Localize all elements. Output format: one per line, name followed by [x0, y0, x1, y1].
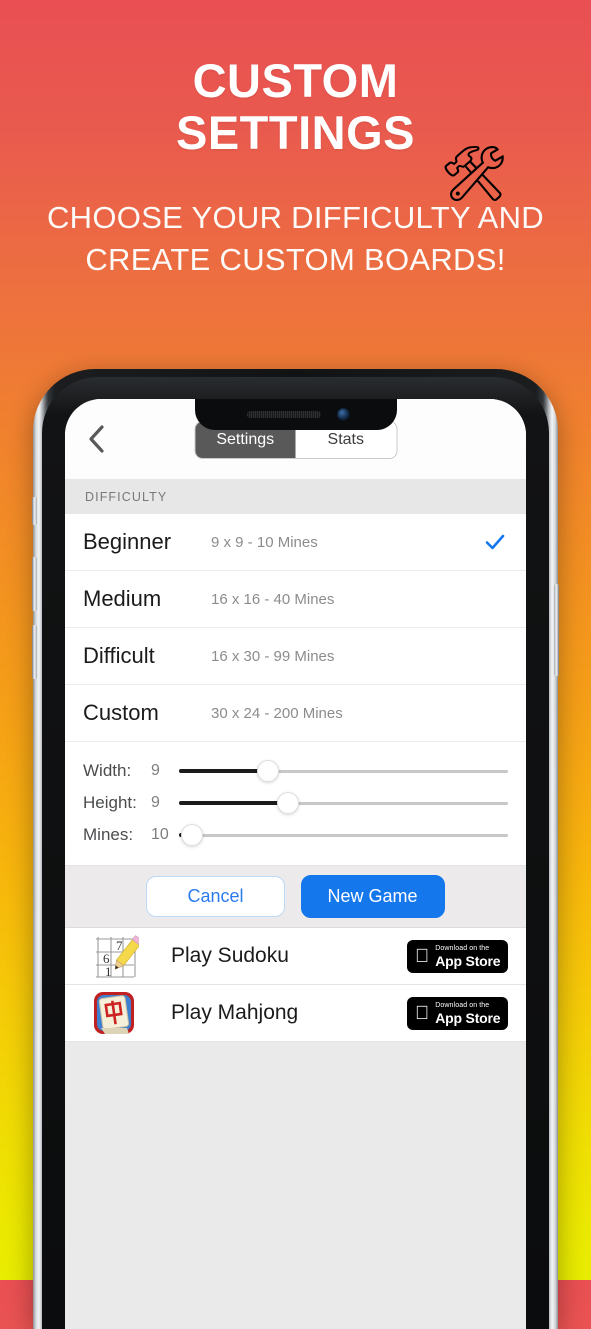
- app-store-badge-small-text: Download on the: [421, 944, 489, 952]
- difficulty-name: Custom: [83, 700, 159, 725]
- volume-up-button[interactable]: [32, 557, 37, 611]
- app-store-badge-big-text: App Store: [421, 952, 500, 969]
- promo-label: Play Sudoku: [171, 944, 289, 967]
- new-game-button[interactable]: New Game: [300, 875, 445, 918]
- earpiece-speaker-icon: [246, 411, 321, 418]
- difficulty-name: Difficult: [83, 643, 155, 668]
- slider-label: Width:: [83, 761, 132, 780]
- difficulty-name: Medium: [83, 586, 162, 611]
- slider-thumb[interactable]: [256, 760, 279, 782]
- hammer-wrench-icon: 🛠: [440, 144, 509, 204]
- slider-fill: [179, 801, 288, 805]
- slider-thumb[interactable]: [276, 792, 299, 814]
- slider-thumb[interactable]: [181, 824, 204, 846]
- height-slider[interactable]: [179, 792, 508, 814]
- difficulty-row-custom[interactable]: Custom 30 x 24 - 200 Mines: [65, 685, 526, 742]
- apple-logo-icon: : [415, 947, 429, 966]
- checkmark-icon: [484, 531, 506, 553]
- app-store-badge-small-text: Download on the: [421, 1001, 489, 1009]
- checkmark-placeholder: [484, 645, 506, 667]
- action-bar: Cancel New Game: [65, 866, 526, 928]
- width-slider[interactable]: [179, 760, 508, 782]
- slider-value: 10: [151, 826, 169, 843]
- cancel-button[interactable]: Cancel: [146, 876, 285, 917]
- difficulty-description: 9 x 9 - 10 Mines: [211, 533, 318, 551]
- apple-logo-icon: : [415, 1004, 429, 1023]
- mahjong-icon: [89, 990, 139, 1036]
- difficulty-description: 16 x 30 - 99 Mines: [211, 647, 335, 665]
- difficulty-row-medium[interactable]: Medium 16 x 16 - 40 Mines: [65, 571, 526, 628]
- promo-label: Play Mahjong: [171, 1001, 299, 1024]
- app-store-badge-mahjong[interactable]:  Download on the App Store: [407, 996, 508, 1030]
- empty-screen-area: [65, 1042, 526, 1329]
- promo-header: CUSTOM SETTINGS 🛠 CHOOSE YOUR DIFFICULTY…: [0, 0, 591, 281]
- slider-row-width: Width: 9: [83, 755, 508, 787]
- difficulty-name: Beginner: [83, 529, 172, 554]
- difficulty-row-beginner[interactable]: Beginner 9 x 9 - 10 Mines: [65, 514, 526, 571]
- difficulty-description: 16 x 16 - 40 Mines: [211, 590, 335, 608]
- svg-text:1: 1: [105, 964, 112, 979]
- section-header-difficulty: DIFFICULTY: [65, 479, 526, 514]
- custom-sliders: Width: 9 Height: 9 Mines: 10: [65, 742, 526, 866]
- volume-down-button[interactable]: [32, 625, 37, 679]
- app-content: Settings Stats DIFFICULTY Beginner 9 x 9…: [65, 399, 526, 1329]
- checkmark-placeholder: [484, 588, 506, 610]
- app-store-badge-sudoku[interactable]:  Download on the App Store: [407, 939, 508, 973]
- front-camera-icon: [336, 408, 350, 421]
- difficulty-row-difficult[interactable]: Difficult 16 x 30 - 99 Mines: [65, 628, 526, 685]
- mines-slider[interactable]: [179, 824, 508, 846]
- svg-text:7: 7: [116, 938, 123, 953]
- phone-notch: [194, 399, 397, 430]
- slider-label: Height:: [83, 793, 137, 812]
- app-store-badge-big-text: App Store: [421, 1009, 500, 1026]
- promo-row-sudoku[interactable]: 7 6 1 Play Sudoku : [65, 928, 526, 985]
- silence-switch[interactable]: [32, 497, 37, 525]
- chevron-left-icon: [86, 424, 106, 454]
- slider-value: 9: [151, 762, 160, 779]
- checkmark-placeholder: [484, 702, 506, 724]
- slider-row-mines: Mines: 10: [83, 819, 508, 851]
- back-button[interactable]: [79, 422, 113, 456]
- promo-title: CUSTOM SETTINGS 🛠: [0, 54, 591, 202]
- phone-screen: Settings Stats DIFFICULTY Beginner 9 x 9…: [65, 399, 526, 1329]
- slider-label: Mines:: [83, 825, 134, 844]
- slider-row-height: Height: 9: [83, 787, 508, 819]
- promo-title-line-1: CUSTOM: [192, 54, 399, 107]
- phone-mockup: Settings Stats DIFFICULTY Beginner 9 x 9…: [32, 369, 559, 1329]
- difficulty-description: 30 x 24 - 200 Mines: [211, 704, 343, 722]
- promo-subtitle: CHOOSE YOUR DIFFICULTY AND CREATE CUSTOM…: [47, 200, 544, 277]
- power-button[interactable]: [554, 584, 559, 676]
- slider-track: [179, 834, 508, 837]
- promo-row-mahjong[interactable]: Play Mahjong  Download on the App Store: [65, 985, 526, 1042]
- slider-value: 9: [151, 794, 160, 811]
- slider-fill: [179, 769, 268, 773]
- sudoku-icon: 7 6 1: [89, 933, 144, 979]
